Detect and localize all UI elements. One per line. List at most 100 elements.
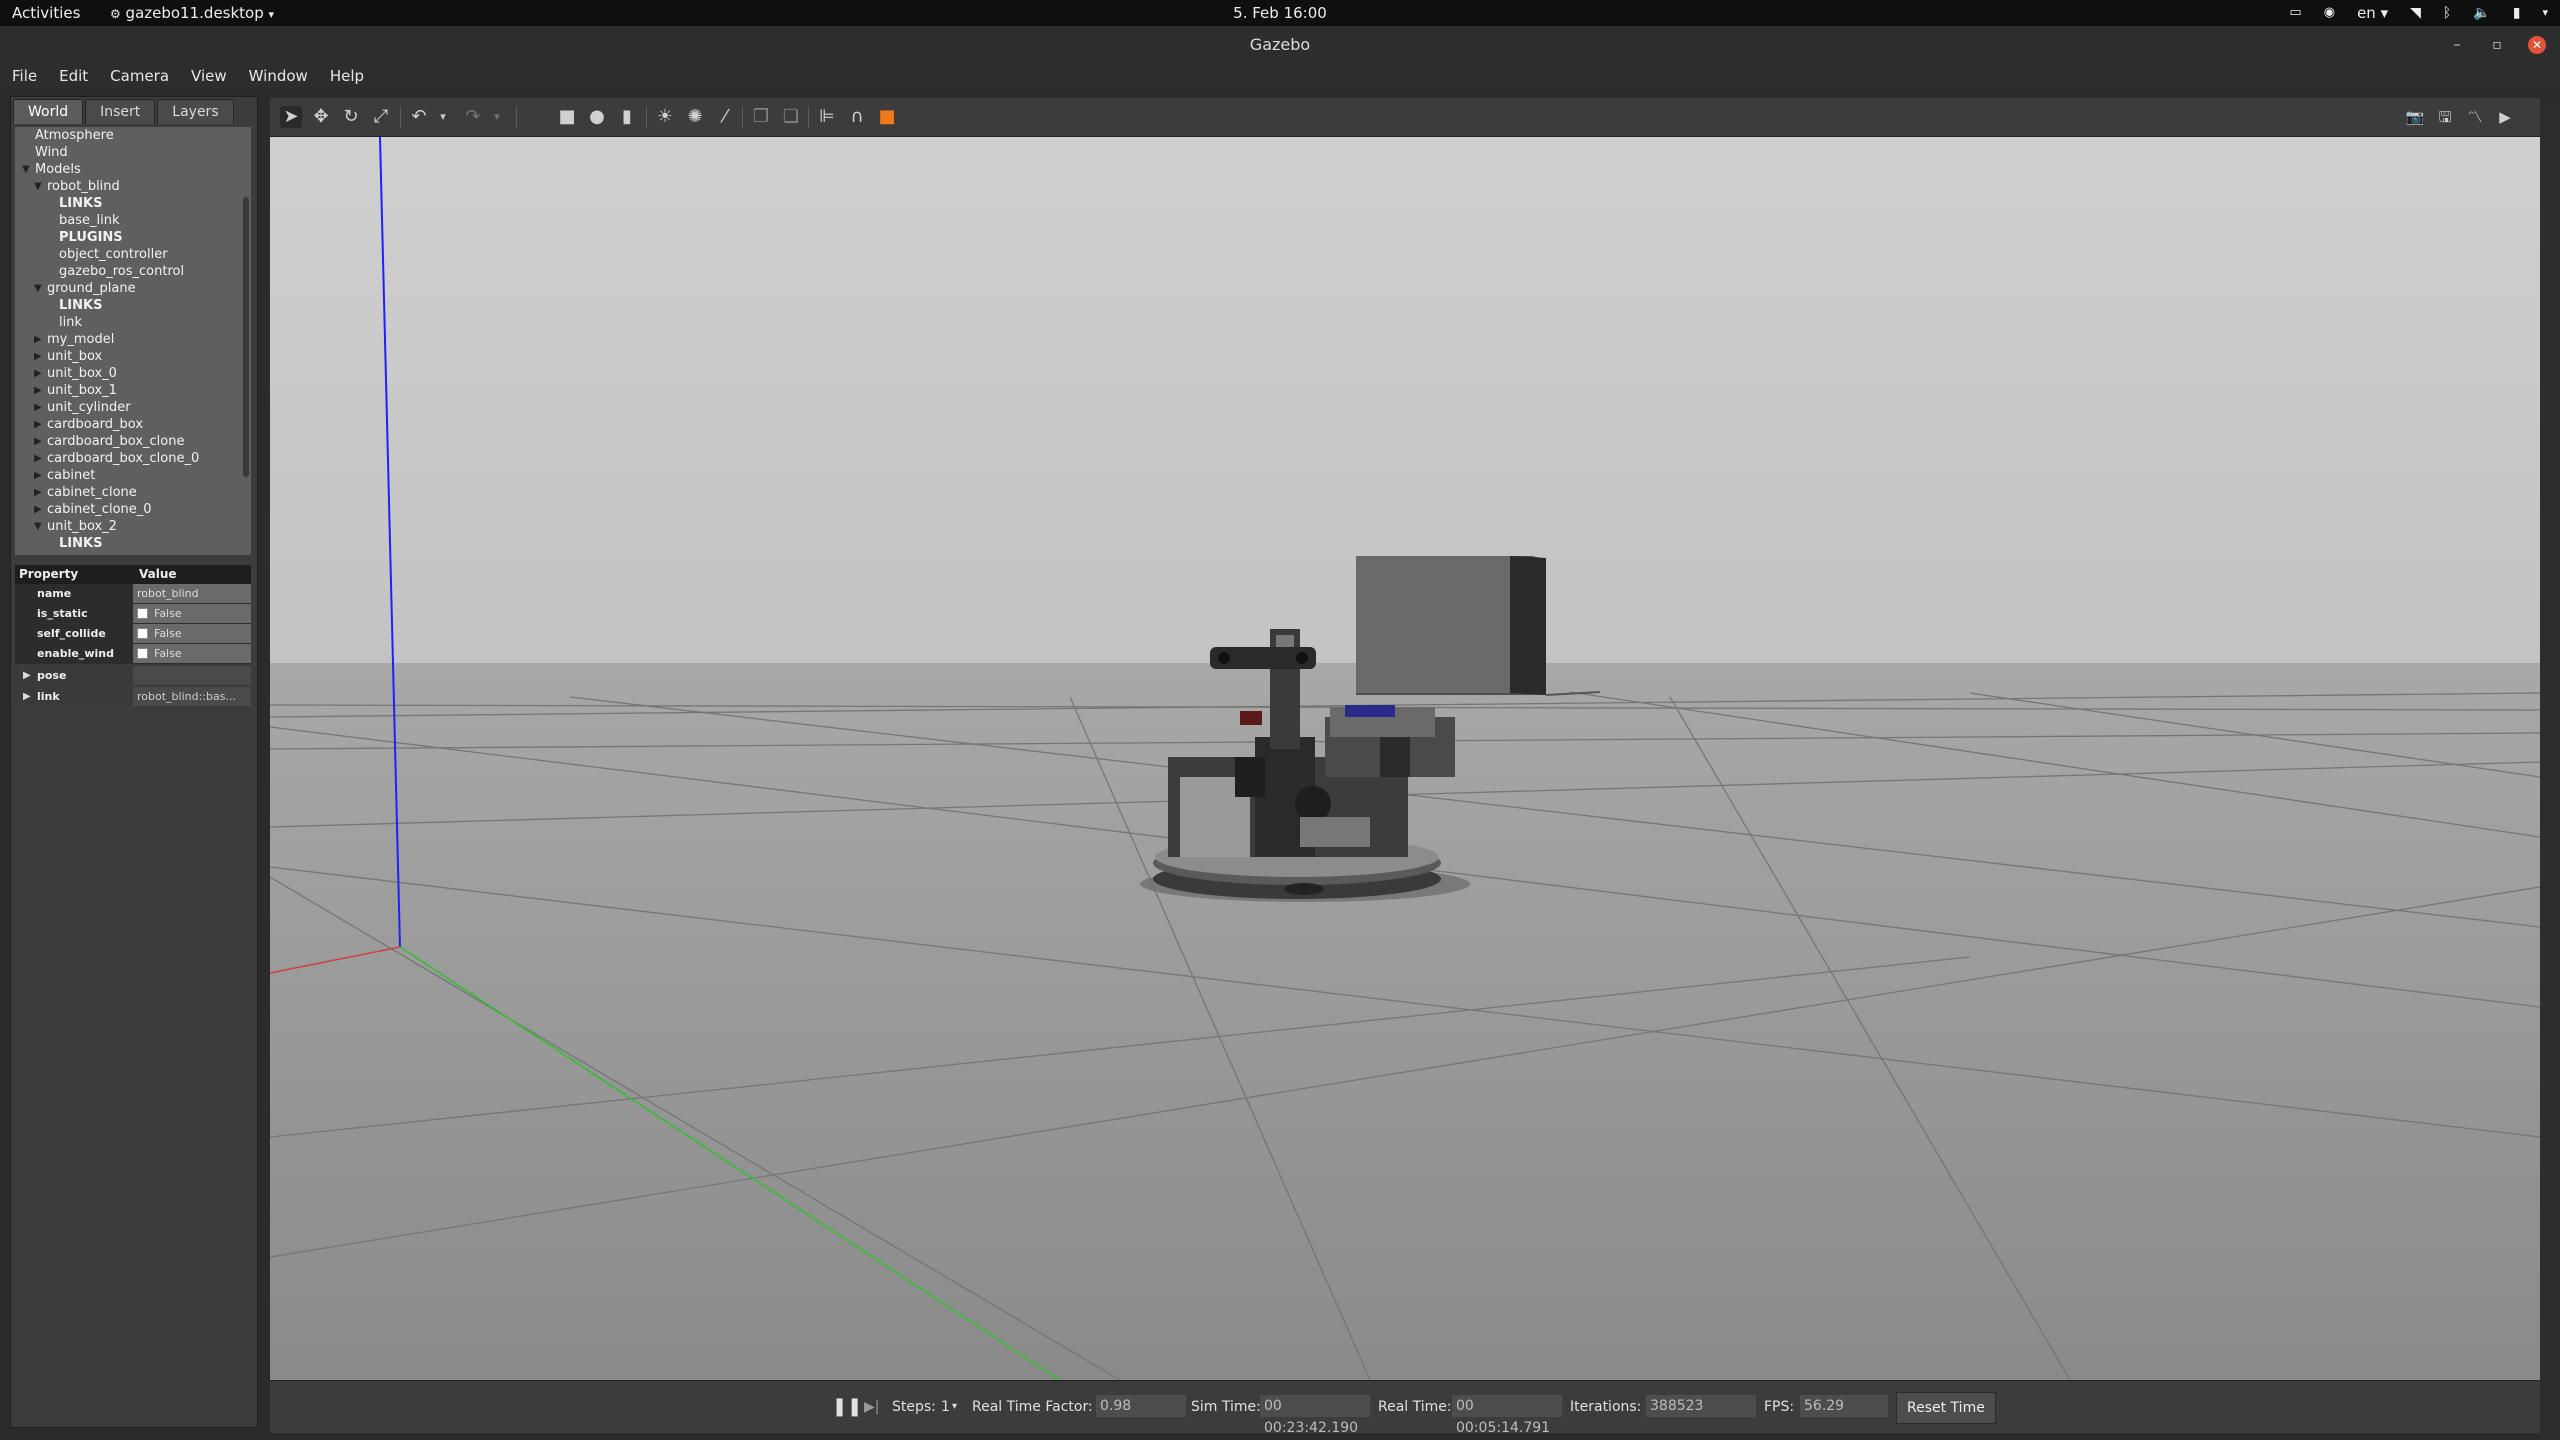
- translate-mode-icon[interactable]: ✥: [310, 106, 332, 128]
- tree-item[interactable]: ▶ cabinet_clone: [15, 484, 251, 501]
- tree-item[interactable]: ▶ cabinet_clone_0: [15, 501, 251, 518]
- chevron-right-icon[interactable]: ▶: [34, 450, 42, 467]
- self-collide-checkbox[interactable]: [137, 628, 148, 639]
- scale-mode-icon[interactable]: ⤢: [370, 106, 392, 128]
- volume-icon[interactable]: 🔈: [2473, 0, 2490, 26]
- undo-history-icon[interactable]: ▾: [432, 106, 454, 128]
- menu-window[interactable]: Window: [249, 64, 308, 88]
- restore-button[interactable]: ▫: [2488, 36, 2506, 54]
- paste-icon[interactable]: ❏: [780, 106, 802, 128]
- tab-insert[interactable]: Insert: [85, 99, 156, 124]
- tree-item[interactable]: link: [15, 314, 251, 331]
- tree-item[interactable]: ▶ unit_cylinder: [15, 399, 251, 416]
- tree-item[interactable]: ▶ cabinet: [15, 467, 251, 484]
- spot-light-icon[interactable]: ✺: [684, 106, 706, 128]
- screen-icon[interactable]: ▭: [2289, 0, 2301, 26]
- tree-item[interactable]: object_controller: [15, 246, 251, 263]
- log-icon[interactable]: 🖫: [2434, 106, 2456, 128]
- tree-item[interactable]: ▼ unit_box_2: [15, 518, 251, 535]
- minimize-button[interactable]: –: [2448, 36, 2466, 54]
- copy-icon[interactable]: ❐: [750, 106, 772, 128]
- chevron-right-icon[interactable]: ▶: [34, 501, 42, 518]
- tree-item[interactable]: ▼ robot_blind: [15, 178, 251, 195]
- app-menu[interactable]: ⚙ gazebo11.desktop ▾: [110, 0, 274, 28]
- tree-item[interactable]: LINKS: [15, 195, 251, 212]
- chevron-right-icon[interactable]: ▶: [34, 484, 42, 501]
- tree-item[interactable]: ▶ unit_box_1: [15, 382, 251, 399]
- power-menu-icon[interactable]: ▾: [2542, 0, 2548, 26]
- window-title-bar[interactable]: Gazebo – ▫ ✕: [0, 26, 2560, 64]
- tree-item[interactable]: PLUGINS: [15, 229, 251, 246]
- 3d-viewport[interactable]: [270, 137, 2540, 1380]
- align-icon[interactable]: ⊫: [816, 106, 838, 128]
- chevron-down-icon[interactable]: ▼: [34, 280, 42, 297]
- directional-light-icon[interactable]: ⁄: [714, 106, 736, 128]
- redo-icon[interactable]: ↷: [462, 106, 484, 128]
- system-tray[interactable]: ▭ ◉ en ▾ ◥ ᛒ 🔈 ▮ ▾: [2289, 0, 2548, 26]
- tab-layers[interactable]: Layers: [157, 99, 234, 124]
- world-tree[interactable]: Atmosphere Wind ▼ Models ▼ robot_blind LINKS ba…: [15, 127, 251, 555]
- steps-value[interactable]: 1: [941, 1397, 950, 1417]
- tree-item[interactable]: Wind: [15, 144, 251, 161]
- menu-view[interactable]: View: [191, 64, 227, 88]
- activities-button[interactable]: Activities: [12, 0, 80, 26]
- box-shape-icon[interactable]: ■: [556, 106, 578, 128]
- close-button[interactable]: ✕: [2528, 36, 2546, 54]
- step-icon[interactable]: ▶|: [864, 1397, 879, 1417]
- tab-world[interactable]: World: [13, 99, 84, 124]
- property-group-pose[interactable]: ▶ pose: [15, 666, 251, 685]
- tree-item[interactable]: ▼ Models: [15, 161, 251, 178]
- chevron-down-icon[interactable]: ▼: [34, 518, 42, 535]
- cylinder-shape-icon[interactable]: ▮: [616, 106, 638, 128]
- right-panel-handle[interactable]: [2540, 98, 2560, 1440]
- video-record-icon[interactable]: ▶: [2494, 106, 2516, 128]
- chevron-right-icon[interactable]: ▶: [34, 416, 42, 433]
- language-indicator[interactable]: en ▾: [2357, 0, 2388, 26]
- menu-file[interactable]: File: [12, 64, 37, 88]
- tree-item[interactable]: ▼ ground_plane: [15, 280, 251, 297]
- screenshot-icon[interactable]: 📷: [2404, 106, 2426, 128]
- tree-item[interactable]: Atmosphere: [15, 127, 251, 144]
- chevron-right-icon[interactable]: ▶: [34, 433, 42, 450]
- battery-icon[interactable]: ▮: [2513, 0, 2521, 26]
- property-group-link[interactable]: ▶ link robot_blind::bas...: [15, 687, 251, 706]
- redo-history-icon[interactable]: ▾: [486, 106, 508, 128]
- plot-icon[interactable]: 〽: [2464, 106, 2486, 128]
- tree-item[interactable]: LINKS: [15, 297, 251, 314]
- chevron-down-icon[interactable]: ▼: [34, 178, 42, 195]
- chevron-right-icon[interactable]: ▶: [23, 666, 31, 685]
- discord-icon[interactable]: ◉: [2324, 0, 2335, 26]
- reset-time-button[interactable]: Reset Time: [1896, 1392, 1996, 1424]
- chevron-right-icon[interactable]: ▶: [34, 399, 42, 416]
- chevron-right-icon[interactable]: ▶: [34, 331, 42, 348]
- menu-help[interactable]: Help: [330, 64, 364, 88]
- is-static-checkbox[interactable]: [137, 608, 148, 619]
- menu-camera[interactable]: Camera: [110, 64, 169, 88]
- chevron-down-icon[interactable]: ▼: [22, 161, 30, 178]
- tree-item[interactable]: base_link: [15, 212, 251, 229]
- tree-item[interactable]: ▶ unit_box_0: [15, 365, 251, 382]
- chevron-right-icon[interactable]: ▶: [34, 467, 42, 484]
- chevron-right-icon[interactable]: ▶: [23, 687, 31, 706]
- tree-scrollbar[interactable]: [243, 197, 249, 477]
- snap-icon[interactable]: ∩: [846, 106, 868, 128]
- sphere-shape-icon[interactable]: ●: [586, 106, 608, 128]
- rotate-mode-icon[interactable]: ↻: [340, 106, 362, 128]
- tree-item[interactable]: LINKS: [15, 535, 251, 552]
- tree-item[interactable]: ▶ cardboard_box_clone: [15, 433, 251, 450]
- point-light-icon[interactable]: ☀: [654, 106, 676, 128]
- tree-item[interactable]: ▶ my_model: [15, 331, 251, 348]
- undo-icon[interactable]: ↶: [408, 106, 430, 128]
- change-view-icon[interactable]: ■: [876, 106, 898, 128]
- tree-item[interactable]: ▶ cardboard_box: [15, 416, 251, 433]
- wifi-icon[interactable]: ◥: [2410, 0, 2421, 26]
- bluetooth-icon[interactable]: ᛒ: [2443, 0, 2451, 26]
- chevron-right-icon[interactable]: ▶: [34, 348, 42, 365]
- menu-edit[interactable]: Edit: [59, 64, 88, 88]
- steps-dropdown-icon[interactable]: ▾: [952, 1397, 957, 1417]
- select-mode-icon[interactable]: ➤: [280, 106, 302, 128]
- chevron-right-icon[interactable]: ▶: [34, 382, 42, 399]
- tree-item[interactable]: ▶ unit_box: [15, 348, 251, 365]
- chevron-right-icon[interactable]: ▶: [34, 365, 42, 382]
- enable-wind-checkbox[interactable]: [137, 648, 148, 659]
